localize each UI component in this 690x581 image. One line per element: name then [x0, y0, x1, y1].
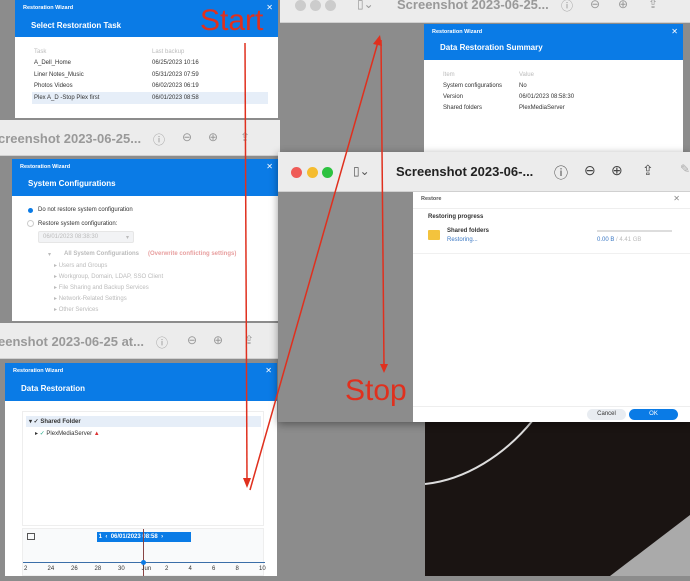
- annotation-arrows: [243, 35, 388, 491]
- stop-annotation: Stop: [345, 374, 407, 407]
- start-annotation: Start: [200, 4, 264, 37]
